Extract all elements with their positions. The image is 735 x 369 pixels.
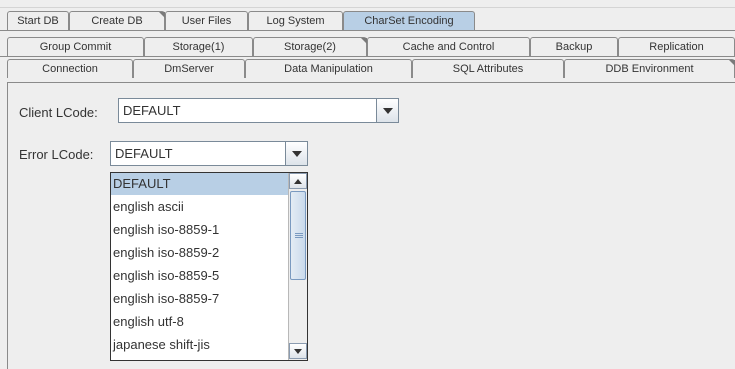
tab-label: DmServer xyxy=(164,63,214,75)
dropdown-option[interactable]: DEFAULT xyxy=(111,173,288,195)
tab-label: Replication xyxy=(649,41,704,53)
tab-content-panel: Client LCode: DEFAULT Error LCode: DEFAU… xyxy=(7,82,735,369)
dropdown-option[interactable]: english iso-8859-5 xyxy=(111,265,288,287)
tab-label: Storage(1) xyxy=(172,41,225,53)
dropdown-option[interactable]: english utf-8 xyxy=(111,311,288,333)
tab-label: DDB Environment xyxy=(605,63,694,75)
tab-label: Group Commit xyxy=(39,41,112,53)
tab-data-manipulation[interactable]: Data Manipulation xyxy=(245,59,412,78)
tab-label: CharSet Encoding xyxy=(364,15,454,27)
tab-log-system[interactable]: Log System xyxy=(248,11,343,30)
tab-connection[interactable]: Connection xyxy=(7,59,133,78)
tab-fold-icon xyxy=(729,60,735,66)
error-lcode-label: Error LCode: xyxy=(19,147,94,162)
tab-label: Storage(2) xyxy=(284,41,336,53)
tab-sql-attributes[interactable]: SQL Attributes xyxy=(412,59,564,78)
error-lcode-dropdown-list[interactable]: DEFAULT english ascii english iso-8859-1… xyxy=(110,172,308,361)
tab-row-3: Connection DmServer Data Manipulation SQ… xyxy=(0,59,735,78)
tab-row-divider xyxy=(0,30,735,31)
tab-label: Log System xyxy=(266,15,325,27)
chevron-down-icon[interactable] xyxy=(285,142,307,165)
tab-label: User Files xyxy=(181,15,232,27)
dropdown-option[interactable]: english iso-8859-1 xyxy=(111,219,288,241)
tab-label: SQL Attributes xyxy=(452,63,524,75)
tab-backup[interactable]: Backup xyxy=(530,37,618,56)
tab-user-files[interactable]: User Files xyxy=(165,11,248,30)
tab-create-db[interactable]: Create DB xyxy=(69,11,165,30)
tab-row-divider xyxy=(0,56,735,57)
error-lcode-combo[interactable]: DEFAULT xyxy=(110,141,308,166)
client-lcode-value: DEFAULT xyxy=(123,103,181,118)
tab-replication[interactable]: Replication xyxy=(618,37,735,56)
tab-label: Create DB xyxy=(91,15,143,27)
tab-label: Data Manipulation xyxy=(284,63,373,75)
scroll-down-icon[interactable] xyxy=(289,343,307,359)
tab-cache-and-control[interactable]: Cache and Control xyxy=(367,37,530,56)
tab-row-1: Start DB Create DB User Files Log System… xyxy=(0,11,735,30)
dropdown-option[interactable]: english iso-8859-7 xyxy=(111,288,288,310)
tab-label: Backup xyxy=(555,41,593,53)
tab-storage-1[interactable]: Storage(1) xyxy=(144,37,253,56)
tab-label: Connection xyxy=(42,63,98,75)
dropdown-option[interactable]: japanese shift-jis xyxy=(111,334,288,356)
client-lcode-label: Client LCode: xyxy=(19,105,98,120)
error-lcode-value: DEFAULT xyxy=(115,146,173,161)
dropdown-scrollbar[interactable] xyxy=(288,173,307,360)
tab-label: Cache and Control xyxy=(402,41,495,53)
scrollbar-thumb[interactable] xyxy=(290,191,306,280)
window-top-edge xyxy=(0,0,735,8)
tab-storage-2[interactable]: Storage(2) xyxy=(253,37,367,56)
tab-label: Start DB xyxy=(17,15,59,27)
tab-charset-encoding[interactable]: CharSet Encoding xyxy=(343,11,475,30)
scroll-up-icon[interactable] xyxy=(289,173,307,189)
tab-row-2: Group Commit Storage(1) Storage(2) Cache… xyxy=(0,37,735,56)
chevron-down-icon[interactable] xyxy=(376,99,398,122)
tab-group-commit[interactable]: Group Commit xyxy=(7,37,144,56)
dropdown-option[interactable]: english iso-8859-2 xyxy=(111,242,288,264)
tab-ddb-environment[interactable]: DDB Environment xyxy=(564,59,735,78)
client-lcode-combo[interactable]: DEFAULT xyxy=(118,98,399,123)
dropdown-option[interactable]: english ascii xyxy=(111,196,288,218)
tab-dmserver[interactable]: DmServer xyxy=(133,59,245,78)
tab-start-db[interactable]: Start DB xyxy=(7,11,69,30)
